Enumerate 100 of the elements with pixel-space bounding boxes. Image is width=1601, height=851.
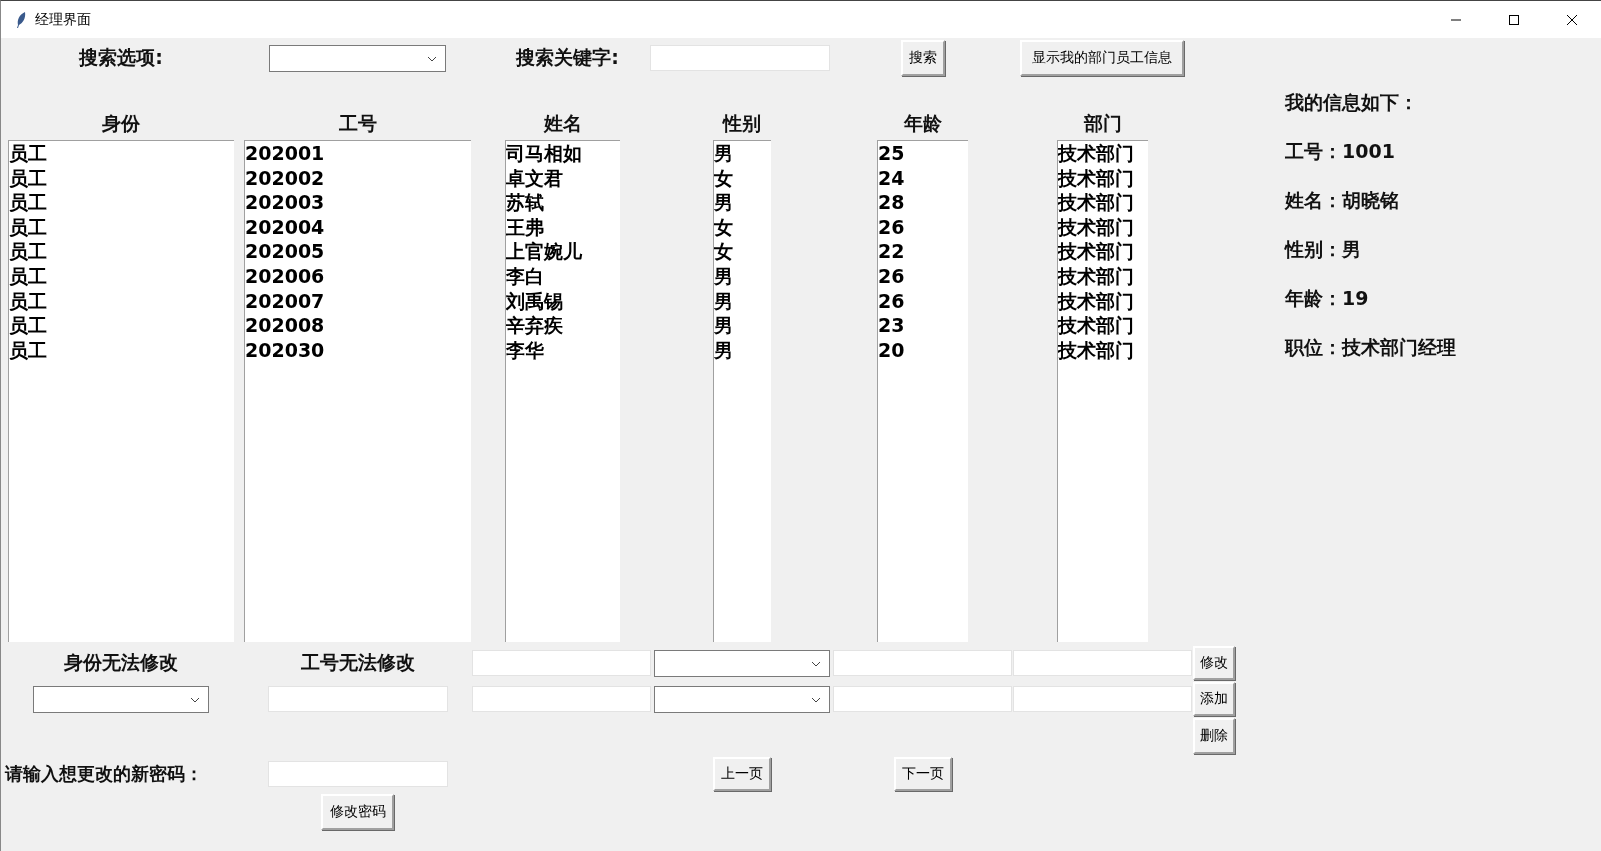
list-item[interactable]: 22 bbox=[878, 239, 905, 264]
list-item[interactable]: 员工 bbox=[9, 288, 47, 314]
list-item[interactable]: 技术部门 bbox=[1058, 313, 1134, 338]
search-button[interactable]: 搜索 bbox=[900, 40, 945, 76]
list-box[interactable]: 技术部门 技术部门 技术部门 技术部门 技术部门 技术部门 技术部门 技术部门 技术部门 bbox=[1057, 140, 1148, 642]
previous-page-button[interactable]: 上一页 bbox=[713, 757, 771, 791]
maximize-icon bbox=[1508, 13, 1520, 26]
close-icon bbox=[1566, 13, 1578, 26]
list-item[interactable]: 刘禹锡 bbox=[506, 288, 563, 314]
change-password-button[interactable]: 修改密码 bbox=[321, 794, 394, 830]
list-box[interactable]: 司马相如 卓文君 苏轼 王弗 上官婉儿 李白 刘禹锡 辛弃疾 李华 bbox=[505, 140, 620, 642]
search-keyword-label: 搜索关键字: bbox=[516, 45, 619, 70]
list-item[interactable]: 女 bbox=[714, 214, 733, 240]
list-item[interactable]: 辛弃疾 bbox=[506, 313, 563, 338]
delete-button[interactable]: 删除 bbox=[1193, 718, 1235, 754]
list-item[interactable]: 李白 bbox=[506, 263, 544, 289]
department-field[interactable] bbox=[1013, 686, 1192, 712]
identity-dropdown[interactable] bbox=[33, 685, 209, 713]
list-item[interactable]: 202003 bbox=[245, 190, 325, 215]
list-item[interactable]: 男 bbox=[714, 337, 733, 363]
info-line: 年龄：19 bbox=[1285, 286, 1370, 311]
gender-dropdown[interactable] bbox=[654, 685, 830, 713]
list-item[interactable]: 202004 bbox=[245, 214, 325, 240]
column-header: 姓名 bbox=[543, 111, 582, 136]
list-item[interactable]: 员工 bbox=[9, 263, 47, 289]
info-line: 性别：男 bbox=[1285, 237, 1362, 262]
age-field[interactable] bbox=[833, 650, 1012, 676]
list-box[interactable]: 202001 202002 202003 202004 202005 202006 202007 202008 202030 bbox=[244, 140, 471, 642]
list-item[interactable]: 女 bbox=[714, 239, 733, 264]
list-item[interactable]: 202007 bbox=[245, 288, 325, 314]
list-item[interactable]: 王弗 bbox=[506, 214, 544, 240]
list-item[interactable]: 202005 bbox=[245, 239, 325, 264]
list-item[interactable]: 技术部门 bbox=[1058, 214, 1134, 240]
identity-note: 身份无法修改 bbox=[64, 650, 178, 675]
age-field[interactable] bbox=[833, 686, 1012, 712]
list-item[interactable]: 男 bbox=[714, 190, 733, 215]
list-box[interactable]: 25 24 28 26 22 26 26 23 20 bbox=[877, 140, 968, 642]
list-item[interactable]: 技术部门 bbox=[1058, 165, 1134, 191]
list-item[interactable]: 员工 bbox=[9, 239, 47, 264]
list-item[interactable]: 23 bbox=[878, 313, 905, 338]
list-item[interactable]: 26 bbox=[878, 288, 905, 314]
feather-icon bbox=[15, 10, 27, 29]
list-item[interactable]: 技术部门 bbox=[1058, 190, 1134, 215]
chevron-down-icon bbox=[190, 696, 200, 703]
list-box[interactable]: 男 女 男 女 女 男 男 男 男 bbox=[713, 140, 771, 642]
gender-dropdown[interactable] bbox=[654, 649, 830, 677]
info-line: 姓名：胡晓铭 bbox=[1285, 188, 1400, 213]
list-item[interactable]: 技术部门 bbox=[1058, 263, 1134, 289]
list-item[interactable]: 202002 bbox=[245, 165, 325, 191]
modify-button[interactable]: 修改 bbox=[1193, 646, 1235, 680]
list-item[interactable]: 202001 bbox=[245, 141, 325, 166]
list-item[interactable]: 26 bbox=[878, 263, 905, 289]
list-item[interactable]: 员工 bbox=[9, 141, 47, 166]
add-button[interactable]: 添加 bbox=[1193, 682, 1235, 716]
list-item[interactable]: 20 bbox=[878, 337, 905, 363]
new-password-field[interactable] bbox=[267, 761, 448, 787]
list-item[interactable]: 李华 bbox=[506, 337, 544, 363]
list-item[interactable]: 员工 bbox=[9, 337, 47, 363]
list-item[interactable]: 202030 bbox=[245, 337, 325, 363]
list-item[interactable]: 202008 bbox=[245, 313, 325, 338]
next-page-button[interactable]: 下一页 bbox=[893, 757, 952, 791]
info-line: 工号：1001 bbox=[1285, 139, 1396, 164]
list-item[interactable]: 男 bbox=[714, 141, 733, 166]
name-field[interactable] bbox=[472, 650, 651, 676]
list-item[interactable]: 技术部门 bbox=[1058, 288, 1134, 314]
show-department-button[interactable]: 显示我的部门员工信息 bbox=[1020, 40, 1184, 76]
list-item[interactable]: 卓文君 bbox=[506, 165, 563, 191]
list-item[interactable]: 26 bbox=[878, 214, 905, 240]
list-item[interactable]: 苏轼 bbox=[506, 190, 544, 215]
column-header: 工号 bbox=[338, 111, 377, 136]
list-item[interactable]: 员工 bbox=[9, 313, 47, 338]
chevron-down-icon bbox=[427, 55, 437, 62]
list-item[interactable]: 男 bbox=[714, 288, 733, 314]
list-item[interactable]: 上官婉儿 bbox=[506, 239, 582, 264]
info-line: 职位：技术部门经理 bbox=[1285, 335, 1456, 360]
list-item[interactable]: 男 bbox=[714, 263, 733, 289]
list-item[interactable]: 女 bbox=[714, 165, 733, 191]
list-item[interactable]: 技术部门 bbox=[1058, 141, 1134, 166]
chevron-down-icon bbox=[811, 660, 821, 667]
department-field[interactable] bbox=[1013, 650, 1192, 676]
list-item[interactable]: 员工 bbox=[9, 190, 47, 215]
list-item[interactable]: 202006 bbox=[245, 263, 325, 289]
list-item[interactable]: 技术部门 bbox=[1058, 239, 1134, 264]
search-keyword-field[interactable] bbox=[650, 45, 830, 71]
id-field[interactable] bbox=[267, 686, 448, 712]
list-item[interactable]: 技术部门 bbox=[1058, 337, 1134, 363]
info-heading: 我的信息如下： bbox=[1285, 90, 1419, 115]
column-header: 性别 bbox=[723, 111, 761, 136]
list-item[interactable]: 男 bbox=[714, 313, 733, 338]
list-item[interactable]: 25 bbox=[878, 141, 905, 166]
list-item[interactable]: 24 bbox=[878, 165, 905, 191]
list-item[interactable]: 员工 bbox=[9, 165, 47, 191]
column-header: 年龄 bbox=[903, 111, 942, 136]
name-field[interactable] bbox=[472, 686, 651, 712]
list-item[interactable]: 28 bbox=[878, 190, 905, 215]
new-password-label: 请输入想更改的新密码： bbox=[5, 763, 203, 786]
list-box[interactable]: 员工 员工 员工 员工 员工 员工 员工 员工 员工 bbox=[8, 140, 234, 642]
list-item[interactable]: 司马相如 bbox=[506, 141, 582, 166]
search-option-dropdown[interactable] bbox=[269, 44, 446, 72]
list-item[interactable]: 员工 bbox=[9, 214, 47, 240]
